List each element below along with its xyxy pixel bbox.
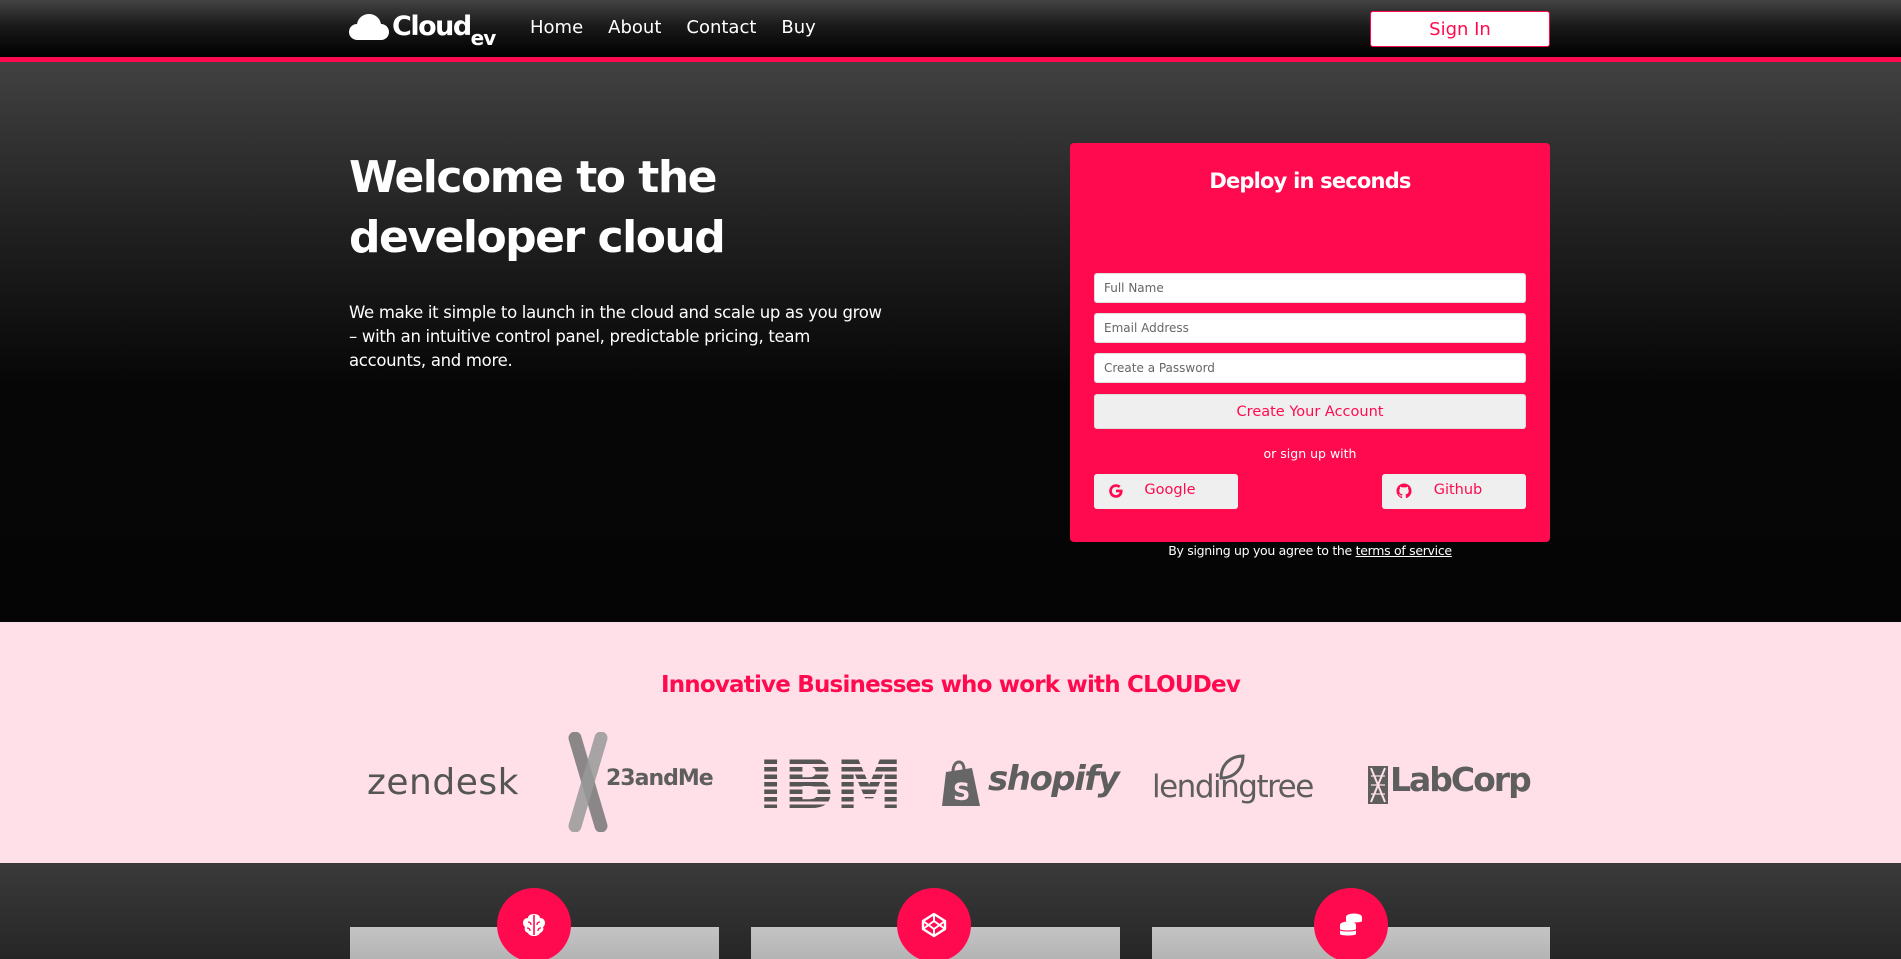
or-sign-up-text: or sign up with — [1263, 446, 1357, 461]
email-input[interactable] — [1094, 313, 1526, 343]
zendesk-logo: zendesk — [367, 762, 519, 803]
nav-link-about[interactable]: About — [608, 17, 661, 38]
github-signup-button[interactable]: Github — [1382, 474, 1526, 509]
partners-title: Innovative Businesses who work with CLOU… — [660, 672, 1241, 698]
lendingtree-text: lendingtree — [1152, 769, 1314, 805]
shopify-logo: S shopify — [940, 757, 1120, 815]
terms-prefix: By signing up you agree to the — [1168, 543, 1356, 558]
ibm-wordmark: IBM — [758, 745, 903, 825]
nav-link-home[interactable]: Home — [530, 17, 583, 38]
sign-in-button[interactable]: Sign In — [1370, 11, 1550, 47]
svg-text:S: S — [953, 778, 970, 806]
feature-icon-circle — [1314, 888, 1388, 959]
hero-title: Welcome to the developer cloud — [349, 152, 726, 263]
nav-link-buy[interactable]: Buy — [781, 17, 815, 38]
brain-icon — [523, 914, 545, 936]
terms-text: By signing up you agree to the terms of … — [1070, 543, 1550, 558]
password-input[interactable] — [1094, 353, 1526, 383]
hero-section: Welcome to the developer cloud We make i… — [0, 62, 1901, 622]
shopify-text: shopify — [988, 759, 1120, 799]
brand-suffix: ev — [470, 26, 497, 50]
partners-section: Innovative Businesses who work with CLOU… — [0, 622, 1901, 863]
signup-title: Deploy in seconds — [1209, 169, 1411, 193]
github-label: Github — [1433, 482, 1483, 498]
23andme-logo: 23andMe — [563, 732, 723, 832]
terms-of-service-link[interactable]: terms of service — [1356, 543, 1452, 558]
coins-icon — [1339, 913, 1362, 936]
shopify-bag-icon: S — [942, 760, 980, 806]
hero-description: We make it simple to launch in the cloud… — [349, 303, 882, 370]
signup-card: Deploy in seconds Create Your Account or… — [1070, 143, 1550, 558]
cloud-icon — [349, 14, 389, 40]
brand-logo[interactable]: Cloud ev — [349, 8, 497, 50]
brand-name: Cloud — [392, 11, 472, 42]
23andme-text: 23andMe — [606, 766, 714, 791]
features-section — [0, 863, 1901, 959]
labcorp-helix-icon — [1368, 766, 1388, 804]
google-label: Google — [1144, 482, 1196, 498]
nav-links: Home About Contact Buy — [530, 17, 841, 38]
google-signup-button[interactable]: Google — [1094, 474, 1238, 509]
create-account-button[interactable]: Create Your Account — [1094, 394, 1526, 429]
labcorp-logo: LabCorp — [1368, 760, 1533, 810]
labcorp-text: LabCorp — [1390, 760, 1532, 799]
ibm-logo: IBM — [758, 745, 903, 825]
feature-icon-circle — [897, 888, 971, 959]
ibm-text: IBM — [758, 752, 903, 812]
full-name-input[interactable] — [1094, 273, 1526, 303]
codepen-icon — [921, 912, 947, 938]
nav-link-contact[interactable]: Contact — [686, 17, 756, 38]
lendingtree-logo: lendingtree — [1152, 752, 1314, 822]
navbar: Cloud ev Home About Contact Buy Sign In — [0, 0, 1901, 62]
feature-icon-circle — [497, 888, 571, 959]
